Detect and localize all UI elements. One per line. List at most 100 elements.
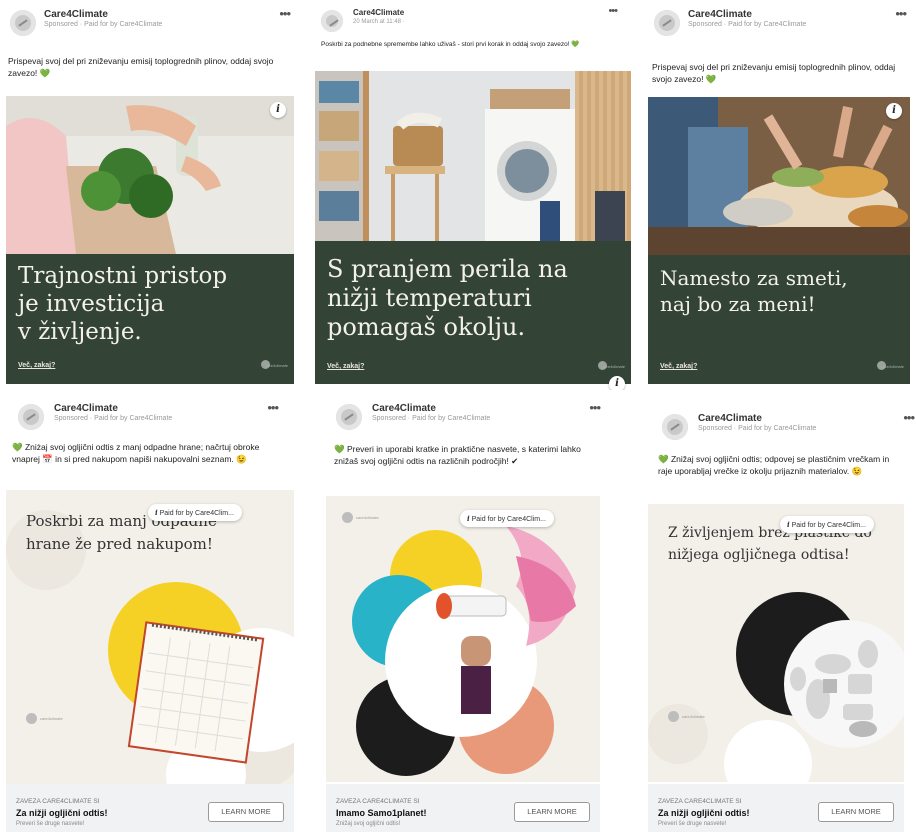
info-icon[interactable]: i	[270, 102, 286, 118]
more-options-icon[interactable]: •••	[279, 6, 291, 21]
care4climate-logo-text: care4climate	[682, 714, 705, 719]
headline-panel: Trajnostni pristop je investicija v živl…	[6, 254, 294, 384]
headline-line-2: naj bo za meni!	[660, 292, 816, 316]
learn-more-button[interactable]: LEARN MORE	[208, 802, 284, 822]
advertiser-name[interactable]: Care4Climate	[688, 9, 752, 20]
advertiser-avatar[interactable]	[336, 404, 362, 430]
footer-domain: ZAVEZA CARE4CLIMATE SI	[336, 798, 420, 805]
grocery-bag-illustration	[6, 96, 294, 254]
footer-title: Za nižji ogljični odtis!	[16, 808, 108, 818]
ad-footer[interactable]: ZAVEZA CARE4CLIMATE SI Za nižji ogljični…	[6, 784, 294, 832]
ad-header: Care4Climate Sponsored · Paid for by Car…	[0, 394, 300, 434]
footer-subtitle: Preveri še druge nasvete!	[16, 821, 85, 827]
advertiser-name[interactable]: Care4Climate	[698, 413, 762, 424]
more-options-icon[interactable]: •••	[267, 400, 279, 415]
advertiser-avatar[interactable]	[321, 10, 343, 32]
headline-panel: S pranjem perila na nižji temperaturi po…	[315, 241, 631, 384]
ad-visual: Poskrbi za manj odpadne hrane že pred na…	[6, 490, 294, 784]
ad-header: Care4Climate Sponsored · Paid for by Car…	[644, 0, 916, 40]
ad-caption: 💚 Zniżaj svoj ogljični odtis z manj odpa…	[12, 442, 260, 464]
sponsored-label: Sponsored · Paid for by Care4Climate	[44, 21, 163, 28]
headline-line-1: S pranjem perila na	[327, 255, 568, 283]
advertiser-name[interactable]: Care4Climate	[44, 9, 108, 20]
paid-for-by-label: Paid for by Care4Clim...	[471, 516, 546, 523]
more-options-icon[interactable]: •••	[895, 6, 907, 21]
laundry-illustration	[315, 71, 631, 241]
ad-header: Care4Climate Sponsored · Paid for by Car…	[318, 394, 610, 434]
ad-footer[interactable]: ZAVEZA CARE4CLIMATE SI Za nižji ogljični…	[648, 784, 904, 832]
ad-caption: Poskrbi za podnebne spremembe lahko uživ…	[321, 41, 580, 48]
info-icon: i	[787, 520, 790, 529]
advertiser-name[interactable]: Care4Climate	[353, 8, 404, 17]
advertiser-avatar[interactable]	[662, 414, 688, 440]
headline-line-2: nižji temperaturi	[327, 284, 532, 312]
care4climate-logo-text: care4climate	[40, 716, 63, 721]
paid-for-by-tooltip[interactable]: i Paid for by Care4Clim...	[148, 504, 242, 521]
why-link[interactable]: Več, zakaj?	[660, 363, 697, 370]
info-icon: i	[467, 514, 470, 523]
headline-panel: Namesto za smeti, naj bo za meni! Več, z…	[648, 255, 910, 384]
sponsored-label: Sponsored · Paid for by Care4Climate	[372, 415, 491, 422]
ad-headline: S pranjem perila na nižji temperaturi po…	[327, 255, 621, 342]
ad-caption: Prispevaj svoj del pri zniževanju emisij…	[652, 62, 896, 84]
info-icon[interactable]: i	[609, 376, 625, 390]
title-line-2: hrane že pred nakupom!	[26, 535, 213, 553]
advertiser-name[interactable]: Care4Climate	[54, 403, 118, 414]
more-options-icon[interactable]: •••	[903, 410, 915, 425]
care4climate-logo-text: care4climate	[265, 363, 288, 368]
ad-headline: Trajnostni pristop je investicija v živl…	[18, 262, 284, 346]
info-icon: i	[155, 508, 158, 517]
care4climate-logo-icon	[26, 713, 37, 724]
shared-meal-illustration	[648, 97, 910, 255]
headline-line-3: pomagaš okolju.	[327, 313, 526, 341]
paid-for-by-label: Paid for by Care4Clim...	[791, 522, 866, 529]
ad-card-4: Care4Climate Sponsored · Paid for by Car…	[0, 394, 300, 832]
learn-more-button[interactable]: LEARN MORE	[514, 802, 590, 822]
ad-card-3: Care4Climate Sponsored · Paid for by Car…	[644, 0, 916, 390]
ad-card-5: Care4Climate Sponsored · Paid for by Car…	[318, 394, 610, 832]
ad-card-1: Care4Climate Sponsored · Paid for by Car…	[0, 0, 300, 390]
ad-header: Care4Climate Sponsored · Paid for by Car…	[0, 0, 300, 40]
more-options-icon[interactable]: •••	[608, 5, 618, 17]
ad-photo-grocery-bag: i	[6, 96, 294, 254]
footer-title: Imamo Samo1planet!	[336, 808, 427, 818]
ad-headline: Namesto za smeti, naj bo za meni!	[660, 265, 900, 317]
ad-caption: Prispevaj svoj del pri zniževanju emisij…	[8, 56, 274, 78]
footer-domain: ZAVEZA CARE4CLIMATE SI	[16, 798, 100, 805]
post-date: 20 March at 11:48 ·	[353, 19, 405, 25]
care4climate-logo-text: care4climate	[356, 515, 379, 520]
paid-for-by-tooltip[interactable]: i Paid for by Care4Clim...	[460, 510, 554, 527]
why-link[interactable]: Več, zakaj?	[327, 363, 364, 370]
paid-for-by-tooltip[interactable]: i Paid for by Care4Clim...	[780, 516, 874, 533]
advertiser-avatar[interactable]	[654, 10, 680, 36]
megaphone-illustration	[352, 526, 576, 776]
more-options-icon[interactable]: •••	[589, 400, 601, 415]
ad-visual: Z življenjem brez plastike do nižjega og…	[648, 504, 904, 782]
footer-title: Za nižji ogljični odtis!	[658, 808, 750, 818]
why-link[interactable]: Več, zakaj?	[18, 362, 55, 369]
footer-subtitle: Preveri še druge nasvete!	[658, 821, 727, 827]
learn-more-button[interactable]: LEARN MORE	[818, 802, 894, 822]
ad-card-6: Care4Climate Sponsored · Paid for by Car…	[640, 404, 916, 832]
headline-line-1: Trajnostni pristop	[18, 263, 228, 289]
ad-footer[interactable]: ZAVEZA CARE4CLIMATE SI Imamo Samo1planet…	[326, 784, 600, 832]
ad-caption: 💚 Znižaj svoj ogljični odtis; odpovej se…	[658, 454, 890, 476]
headline-line-1: Namesto za smeti,	[660, 266, 848, 290]
ad-photo-shared-meal: i	[648, 97, 910, 255]
care4climate-logo-icon	[342, 512, 353, 523]
paid-for-by-label: Paid for by Care4Clim...	[159, 510, 234, 517]
ad-photo-laundry	[315, 71, 631, 241]
ad-header: Care4Climate 20 March at 11:48 · •••	[309, 0, 635, 40]
footer-subtitle: Znižaj svoj ogljični odtis!	[336, 821, 401, 827]
ad-header: Care4Climate Sponsored · Paid for by Car…	[640, 404, 916, 444]
headline-line-2: je investicija	[18, 291, 165, 317]
advertiser-avatar[interactable]	[18, 404, 44, 430]
info-icon[interactable]: i	[886, 103, 902, 119]
care4climate-logo-icon	[668, 711, 679, 722]
ad-card-2: Care4Climate 20 March at 11:48 · ••• Pos…	[309, 0, 635, 390]
ad-caption: 💚 Preveri in uporabi kratke in praktične…	[334, 444, 581, 466]
care4climate-logo-text: care4climate	[881, 364, 904, 369]
advertiser-avatar[interactable]	[10, 10, 36, 36]
footer-domain: ZAVEZA CARE4CLIMATE SI	[658, 798, 742, 805]
advertiser-name[interactable]: Care4Climate	[372, 403, 436, 414]
